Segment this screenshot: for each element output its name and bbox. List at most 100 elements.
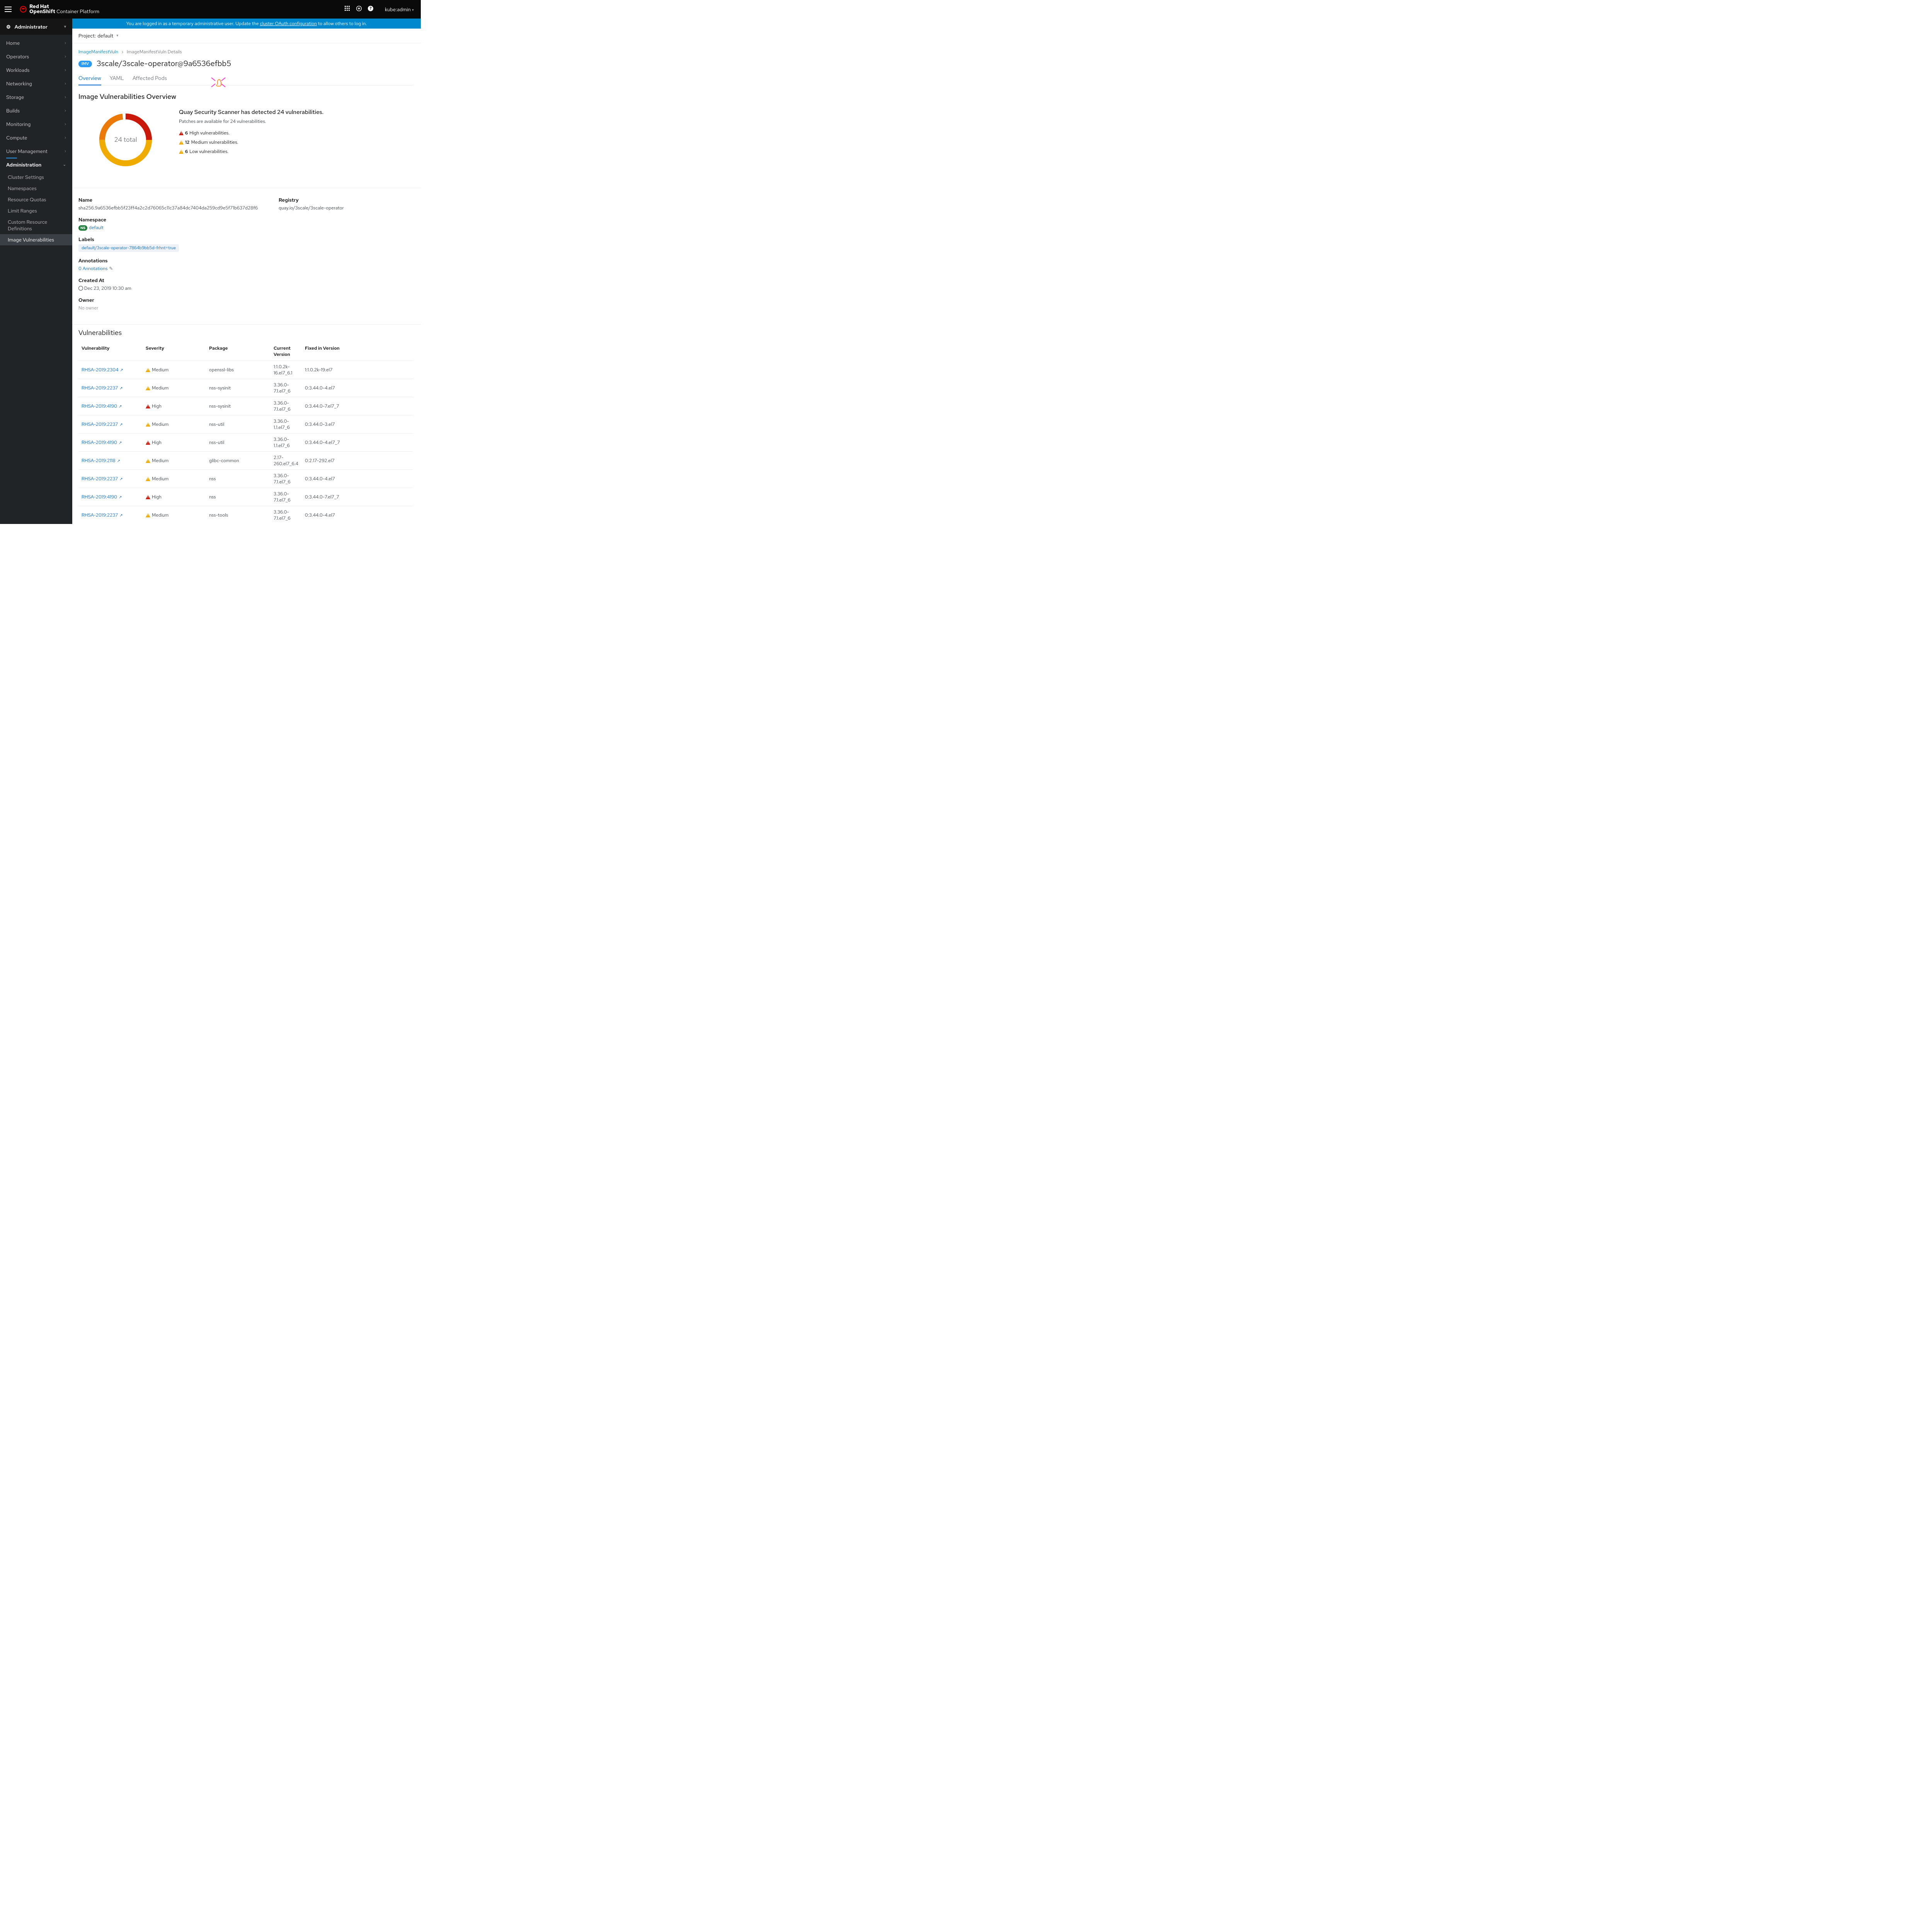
warning-icon [146, 422, 150, 427]
vuln-link[interactable]: RHSA-2019:4190 [82, 403, 117, 409]
warning-icon [179, 131, 184, 135]
vuln-link[interactable]: RHSA-2019:4190 [82, 494, 117, 500]
nav-item-monitoring[interactable]: Monitoring› [0, 117, 72, 131]
vuln-link[interactable]: RHSA-2019:4190 [82, 439, 117, 446]
chevron-right-icon: › [65, 122, 66, 127]
external-link-icon: ↗ [119, 386, 122, 391]
vuln-link[interactable]: RHSA-2019:2304 [82, 367, 118, 373]
external-link-icon: ↗ [119, 422, 122, 427]
external-link-icon: ↗ [119, 513, 122, 518]
masthead: Red Hat OpenShift Container Platform ? k… [0, 0, 421, 19]
fix-ver-cell: 0:3.44.0-7.el7_7 [302, 397, 413, 415]
detail-registry-label: Registry [279, 197, 413, 203]
table-row: RHSA-2019:4190↗Highnss3.36.0-7.1.el7_60:… [78, 488, 413, 506]
nav-item-builds[interactable]: Builds› [0, 104, 72, 117]
external-link-icon: ↗ [119, 477, 122, 482]
col-fixed-in-version[interactable]: Fixed in Version [302, 342, 413, 361]
table-row: RHSA-2019:4190↗Highnss-util3.36.0-1.1.el… [78, 434, 413, 452]
col-vulnerability[interactable]: Vulnerability [78, 342, 143, 361]
nav-item-networking[interactable]: Networking› [0, 77, 72, 90]
chevron-right-icon: › [65, 108, 66, 113]
nav-item-compute[interactable]: Compute› [0, 131, 72, 145]
fix-ver-cell: 0:2.17-292.el7 [302, 452, 413, 470]
admin-banner: You are logged in as a temporary adminis… [72, 19, 421, 29]
app-launcher-icon[interactable] [342, 6, 353, 13]
vuln-link[interactable]: RHSA-2019:2237 [82, 476, 118, 482]
add-icon[interactable] [353, 6, 365, 13]
nav-sub-custom-resource-definitions[interactable]: Custom Resource Definitions [0, 216, 72, 234]
fix-ver-cell: 0:3.44.0-4.el7 [302, 470, 413, 488]
nav-item-user-management[interactable]: User Management› [0, 145, 72, 158]
sev-cell: Medium [146, 512, 203, 518]
detail-labels-label: Labels [78, 236, 258, 243]
col-current-version[interactable]: Current Version [270, 342, 302, 361]
redhat-logo-icon [19, 5, 27, 13]
tab-yaml[interactable]: YAML [110, 75, 124, 85]
warning-icon [146, 513, 150, 517]
sev-cell: High [146, 403, 203, 409]
tab-affected-pods[interactable]: Affected Pods [133, 75, 167, 85]
chevron-right-icon: › [65, 68, 66, 73]
main-content: You are logged in as a temporary adminis… [72, 19, 421, 524]
pkg-cell: glibc-common [206, 452, 270, 470]
sev-cell: High [146, 439, 203, 446]
nav-sub-cluster-settings[interactable]: Cluster Settings [0, 172, 72, 183]
pkg-cell: openssl-libs [206, 361, 270, 379]
col-severity[interactable]: Severity [143, 342, 206, 361]
detail-created: Dec 23, 2019 10:30 am [78, 285, 258, 291]
breadcrumb-current: ImageManifestVuln Details [127, 49, 182, 55]
banner-link[interactable]: cluster OAuth configuration [260, 20, 317, 27]
vuln-link[interactable]: RHSA-2019:2118 [82, 457, 116, 464]
chevron-right-icon: › [65, 41, 66, 46]
warning-icon [146, 477, 150, 481]
nav-item-administration[interactable]: Administration⌄ [0, 158, 72, 172]
tab-overview[interactable]: Overview [78, 75, 101, 85]
annotations-link[interactable]: 0 Annotations [78, 265, 107, 272]
sev-cell: Medium [146, 421, 203, 427]
breadcrumb: ImageManifestVuln › ImageManifestVuln De… [78, 49, 413, 55]
detail-name-label: Name [78, 197, 258, 203]
table-row: RHSA-2019:2237↗Mediumnss-tools3.36.0-7.1… [78, 506, 413, 524]
fix-ver-cell: 0:3.44.0-4.el7_7 [302, 434, 413, 452]
breadcrumb-root[interactable]: ImageManifestVuln [78, 49, 118, 55]
user-menu[interactable]: kube:admin ▾ [385, 6, 414, 13]
detail-anno-label: Annotations [78, 257, 258, 264]
table-row: RHSA-2019:2237↗Mediumnss3.36.0-7.1.el7_6… [78, 470, 413, 488]
cur-ver-cell: 3.36.0-7.1.el7_6 [270, 379, 302, 397]
nav-sub-namespaces[interactable]: Namespaces [0, 183, 72, 194]
help-icon[interactable]: ? [365, 6, 376, 13]
pkg-cell: nss-util [206, 434, 270, 452]
warning-icon [146, 404, 150, 408]
nav-item-home[interactable]: Home› [0, 36, 72, 50]
sev-row-low: 6 Low vulnerabilities. [179, 147, 413, 156]
label-chip[interactable]: default/3scale-operator-7864b9bb5d-frhnt… [78, 244, 179, 252]
warning-icon [179, 140, 184, 145]
vuln-link[interactable]: RHSA-2019:2237 [82, 512, 118, 518]
section-heading: Image Vulnerabilities Overview [78, 92, 413, 101]
cur-ver-cell: 3.36.0-7.1.el7_6 [270, 470, 302, 488]
sev-row-med: 12 Medium vulnerabilities. [179, 138, 413, 147]
external-link-icon: ↗ [119, 404, 122, 409]
table-row: RHSA-2019:2304↗Mediumopenssl-libs1:1.0.2… [78, 361, 413, 379]
perspective-switcher[interactable]: ⚙ Administrator ▾ [0, 19, 72, 35]
col-package[interactable]: Package [206, 342, 270, 361]
warning-icon [146, 459, 150, 463]
hamburger-menu[interactable] [5, 5, 14, 14]
chevron-down-icon: ⌄ [63, 162, 66, 167]
nav-sub-resource-quotas[interactable]: Resource Quotas [0, 194, 72, 205]
vuln-link[interactable]: RHSA-2019:2237 [82, 385, 118, 391]
nav-item-operators[interactable]: Operators› [0, 50, 72, 63]
pencil-icon[interactable]: ✎ [109, 265, 113, 272]
fix-ver-cell: 0:3.44.0-7.el7_7 [302, 488, 413, 506]
sev-cell: Medium [146, 457, 203, 464]
nav-item-workloads[interactable]: Workloads› [0, 63, 72, 77]
nav-item-storage[interactable]: Storage› [0, 90, 72, 104]
vuln-link[interactable]: RHSA-2019:2237 [82, 421, 118, 427]
project-selector[interactable]: Project: default ▾ [72, 29, 421, 43]
brand-text: Red Hat OpenShift Container Platform [29, 4, 99, 14]
nav-sub-image-vulnerabilities[interactable]: Image Vulnerabilities [0, 234, 72, 245]
chevron-right-icon: › [65, 95, 66, 100]
ns-link[interactable]: default [89, 224, 104, 231]
sev-row-high: 6 High vulnerabilities. [179, 128, 413, 138]
nav-sub-limit-ranges[interactable]: Limit Ranges [0, 205, 72, 216]
